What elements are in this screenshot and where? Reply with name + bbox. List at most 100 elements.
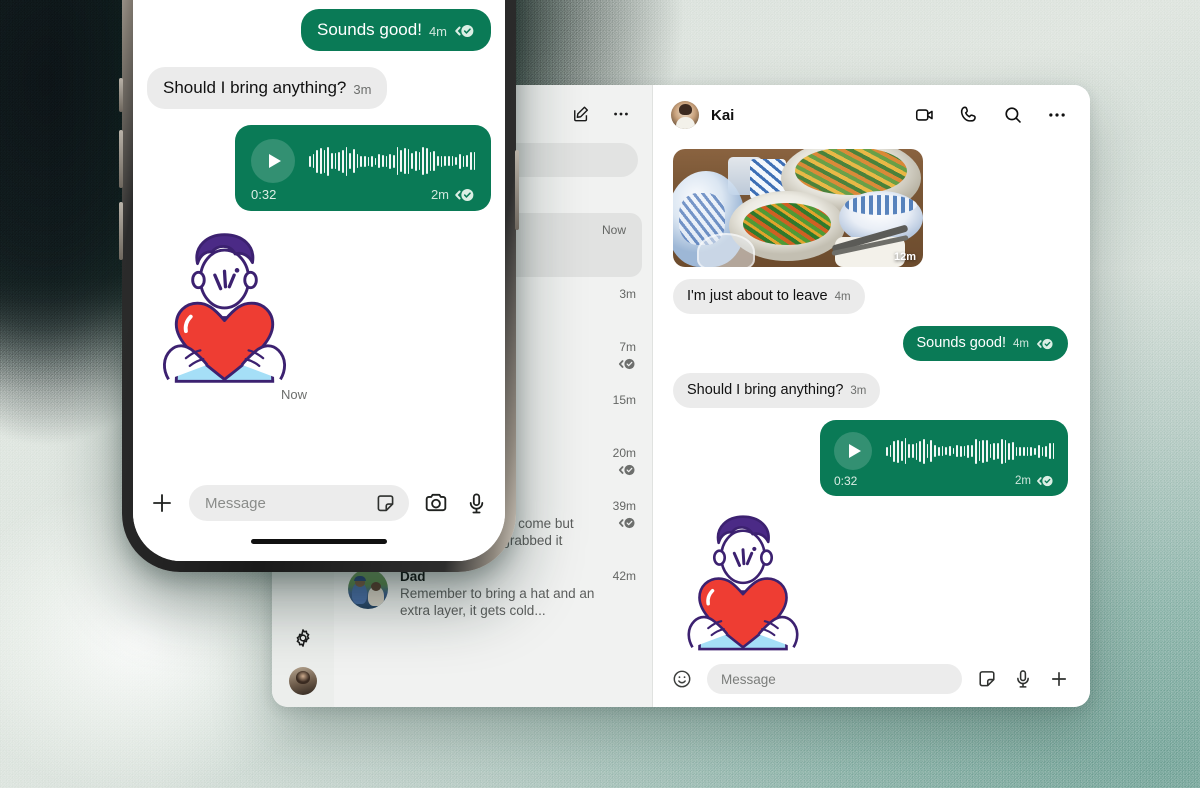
- photo-message[interactable]: 12m: [673, 149, 923, 267]
- sticker-icon[interactable]: [976, 668, 998, 690]
- sticker-message[interactable]: Now: [673, 508, 813, 651]
- voice-player: [251, 139, 475, 183]
- gear-icon[interactable]: [290, 625, 316, 651]
- chat-meta: 15m: [607, 393, 636, 408]
- message-input-placeholder: Message: [721, 671, 776, 687]
- message-time: 4m: [834, 291, 851, 303]
- chat-meta: 3m: [613, 287, 636, 302]
- phone-screen: 12m I'm just about to leave 4m Sounds go…: [133, 0, 505, 561]
- voice-meta: 0:32 2m: [251, 187, 475, 202]
- message-text: Should I bring anything?: [687, 382, 844, 398]
- compose-icon[interactable]: [570, 103, 592, 125]
- phone-mockup: 12m I'm just about to leave 4m Sounds go…: [119, 0, 519, 572]
- avatar: [348, 569, 388, 609]
- message-row: Sounds good! 4m: [673, 326, 1068, 361]
- avatar[interactable]: [671, 101, 699, 129]
- phone-composer: Message: [133, 475, 505, 561]
- chat-preview: Dad Remember to bring a hat and an extra…: [400, 569, 595, 619]
- sticker-icon[interactable]: [374, 492, 397, 515]
- phone-message-list: 12m I'm just about to leave 4m Sounds go…: [133, 0, 505, 475]
- voice-status: 2m: [431, 187, 475, 202]
- conversation-actions: [914, 104, 1068, 126]
- phone-message-input[interactable]: Message: [189, 485, 409, 521]
- voice-call-icon[interactable]: [958, 104, 980, 126]
- composer: Message: [653, 651, 1090, 707]
- message-list: 12m I'm just about to leave 4m Sounds go…: [653, 145, 1090, 651]
- nav-rail-bottom: [272, 625, 334, 695]
- message-time: 3m: [850, 385, 867, 397]
- voice-player: [834, 432, 1054, 470]
- read-receipt-icon: [454, 24, 475, 38]
- message-time: 2m: [1015, 475, 1031, 487]
- message-text: Should I bring anything?: [163, 78, 347, 97]
- message-row: Should I bring anything? 3m: [147, 67, 491, 109]
- read-receipt-icon: [613, 464, 636, 476]
- message-time: 3m: [353, 82, 372, 97]
- message-text: Sounds good!: [317, 20, 422, 39]
- search-icon[interactable]: [1002, 104, 1024, 126]
- message-row: 0:32 2m: [673, 420, 1068, 496]
- play-icon[interactable]: [251, 139, 295, 183]
- chat-list-more-icon[interactable]: [610, 103, 632, 125]
- message-row: 0:32 2m: [147, 125, 491, 211]
- chat-time: Now: [601, 223, 626, 237]
- home-indicator: [251, 539, 387, 544]
- chat-time: 15m: [612, 393, 636, 407]
- attach-plus-icon[interactable]: [149, 490, 175, 516]
- read-receipt-icon: [618, 358, 636, 370]
- chat-time: 7m: [619, 340, 636, 354]
- waveform[interactable]: [309, 144, 475, 178]
- conversation-more-icon[interactable]: [1046, 104, 1068, 126]
- video-call-icon[interactable]: [914, 104, 936, 126]
- message-text: I'm just about to leave: [687, 288, 828, 304]
- read-receipt-icon: [1036, 475, 1054, 487]
- message-bubble-incoming[interactable]: I'm just about to leave 4m: [673, 279, 865, 314]
- heart-hug-sticker-icon: [163, 233, 286, 383]
- message-row: Should I bring anything? 3m: [673, 373, 1068, 408]
- message-input[interactable]: Message: [707, 664, 962, 694]
- chat-time: 20m: [612, 446, 636, 460]
- phone-side-button: [119, 202, 123, 260]
- chat-meta: 20m: [607, 446, 636, 476]
- message-time: 4m: [428, 24, 447, 39]
- microphone-icon[interactable]: [463, 490, 489, 516]
- chat-meta: Now: [596, 223, 626, 238]
- message-bubble-incoming[interactable]: Should I bring anything? 3m: [673, 373, 881, 408]
- voice-meta: 0:32 2m: [834, 474, 1054, 488]
- camera-icon[interactable]: [423, 490, 449, 516]
- sticker-message[interactable]: Now: [147, 225, 307, 402]
- conversation-panel: Kai 12m I'm just about to leave 4m Sound…: [653, 85, 1090, 707]
- message-row: Now: [673, 508, 1068, 651]
- chat-meta: 7m: [612, 340, 636, 370]
- message-row: Now: [147, 225, 491, 402]
- heart-hug-sticker-icon: [687, 515, 799, 651]
- read-receipt-icon: [454, 188, 475, 202]
- message-row: Sounds good! 4m: [147, 9, 491, 51]
- chat-time: 42m: [612, 569, 636, 583]
- chat-preview-text: Remember to bring a hat and an extra lay…: [400, 586, 595, 618]
- voice-duration: 0:32: [251, 187, 277, 202]
- voice-message[interactable]: 0:32 2m: [820, 420, 1068, 496]
- message-row: I'm just about to leave 4m: [673, 279, 1068, 314]
- message-bubble-outgoing[interactable]: Sounds good! 4m: [902, 326, 1068, 361]
- phone-side-button: [119, 78, 123, 112]
- play-icon[interactable]: [834, 432, 872, 470]
- message-time: 2m: [430, 187, 449, 202]
- rail-user-avatar[interactable]: [289, 667, 317, 695]
- conversation-header: Kai: [653, 85, 1090, 145]
- chat-meta: 39m: [607, 499, 636, 529]
- message-text: Sounds good!: [916, 335, 1007, 351]
- emoji-icon[interactable]: [671, 668, 693, 690]
- message-bubble-incoming[interactable]: Should I bring anything? 3m: [147, 67, 388, 109]
- waveform[interactable]: [886, 436, 1054, 466]
- read-receipt-icon: [613, 517, 636, 529]
- message-bubble-outgoing[interactable]: Sounds good! 4m: [301, 9, 491, 51]
- message-time: 4m: [1013, 338, 1029, 350]
- voice-message[interactable]: 0:32 2m: [235, 125, 491, 211]
- attach-plus-icon[interactable]: [1048, 668, 1070, 690]
- photo-timestamp: 12m: [893, 251, 916, 263]
- phone-power-button: [515, 150, 519, 230]
- microphone-icon[interactable]: [1012, 668, 1034, 690]
- phone-message-input-placeholder: Message: [205, 494, 266, 512]
- phone-side-button: [119, 130, 123, 188]
